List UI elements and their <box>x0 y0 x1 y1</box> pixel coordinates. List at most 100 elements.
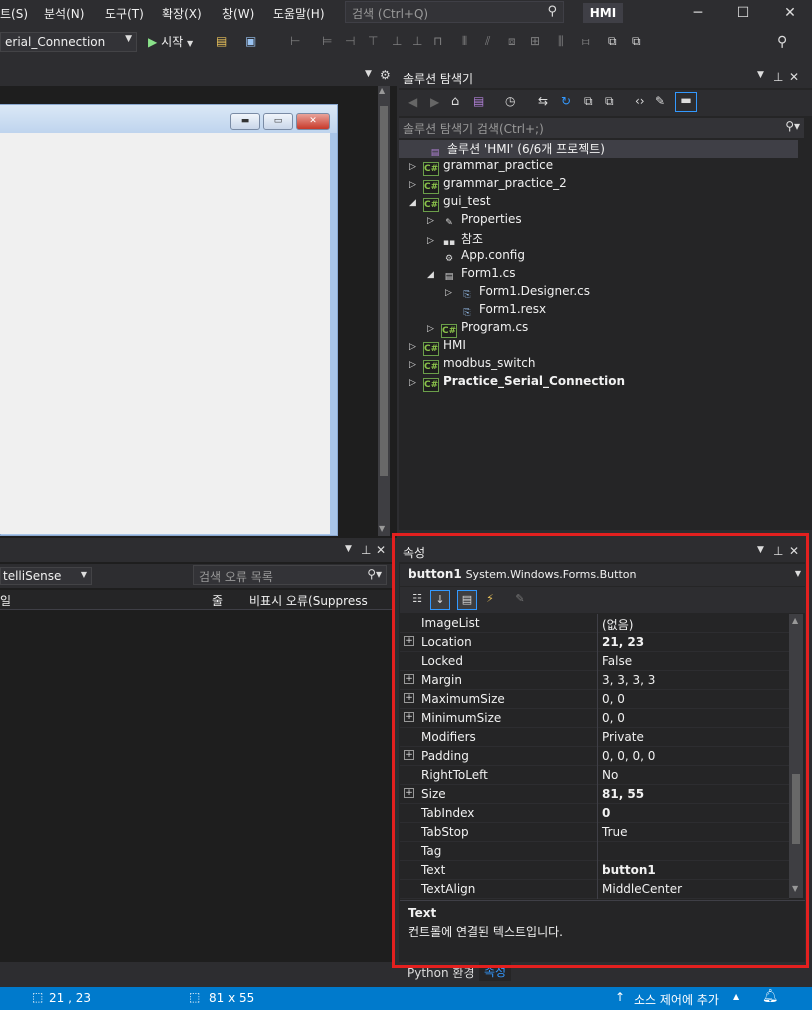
csharp-project-icon: C# <box>423 378 439 392</box>
tree-item[interactable]: ▷ C# HMI <box>409 338 466 356</box>
tree-item[interactable]: ▷ ✎ Properties <box>427 212 522 230</box>
tree-item-label: App.config <box>461 248 525 262</box>
switch-views-icon[interactable]: ▤ <box>473 94 484 108</box>
align-left-icon[interactable]: ⊢ <box>290 34 300 48</box>
collapse-all-icon[interactable]: ⧉ <box>584 94 593 109</box>
startup-project-value: erial_Connection <box>5 35 106 49</box>
menu-item-help[interactable]: 도움말(H) <box>273 5 325 22</box>
size-both-icon[interactable]: ⧈ <box>508 34 516 49</box>
expand-arrow-icon[interactable]: ▷ <box>409 360 423 370</box>
expand-arrow-icon[interactable]: ▷ <box>445 288 459 298</box>
chevron-down-icon[interactable]: ▼ <box>365 69 372 79</box>
maximize-icon[interactable]: ☐ <box>728 2 758 24</box>
bring-front-icon[interactable]: ⧉ <box>608 34 617 49</box>
form-client-area[interactable] <box>0 133 330 534</box>
form-minimize-icon[interactable]: ▬ <box>230 113 260 130</box>
tree-item[interactable]: ▷ ⎘ Form1.Designer.cs <box>445 284 590 302</box>
align-bottom-icon[interactable]: ⊥ <box>412 34 422 48</box>
vspacing-icon[interactable]: ⫽ <box>485 34 490 49</box>
solution-explorer-title: 솔루션 탐색기 <box>403 72 474 86</box>
close-icon[interactable]: ✕ <box>376 543 386 557</box>
grid-icon[interactable]: ⊞ <box>530 34 540 48</box>
expand-arrow-icon[interactable]: ▷ <box>427 324 441 334</box>
chevron-down-icon[interactable]: ▼ <box>345 544 352 554</box>
close-icon[interactable]: ✕ <box>789 70 799 84</box>
gear-icon[interactable]: ⚙ <box>380 68 391 82</box>
menu-item-extensions[interactable]: 확장(X) <box>162 5 202 22</box>
startup-project-combo[interactable]: erial_Connection ▼ <box>0 32 137 52</box>
scroll-down-icon[interactable]: ▼ <box>379 524 385 533</box>
tree-item[interactable]: ▤ 솔루션 'HMI' (6/6개 프로젝트) <box>399 140 798 158</box>
column-file[interactable]: 일 <box>0 592 11 609</box>
tree-item[interactable]: ▷ C# grammar_practice <box>409 158 553 176</box>
forward-icon[interactable]: ▶ <box>430 95 439 109</box>
center-v-icon[interactable]: ⧦ <box>582 34 589 49</box>
refresh-icon[interactable]: ↻ <box>561 94 571 108</box>
bell-icon[interactable]: 🔔︎ <box>762 989 779 1004</box>
form-maximize-icon[interactable]: ▭ <box>263 113 293 130</box>
pin-icon[interactable]: ⊥ <box>773 70 783 84</box>
tree-item[interactable]: ◢ ▤ Form1.cs <box>427 266 516 284</box>
expand-arrow-icon[interactable]: ▷ <box>409 342 423 352</box>
pin-icon[interactable]: ⊥ <box>361 543 371 557</box>
sync-icon[interactable]: ⇆ <box>538 94 548 108</box>
form-close-icon[interactable]: ✕ <box>296 113 330 130</box>
minimize-icon[interactable]: ─ <box>683 2 713 24</box>
hspacing-icon[interactable]: ⫴ <box>462 34 467 49</box>
tree-item[interactable]: ▷ C# Practice_Serial_Connection <box>409 374 625 392</box>
column-suppression[interactable]: 비표시 오류(Suppress <box>249 592 368 609</box>
pending-changes-icon[interactable]: ◷ <box>505 94 515 108</box>
send-back-icon[interactable]: ⧉ <box>632 34 641 49</box>
preview-icon[interactable]: ▬ <box>675 92 697 112</box>
feedback-icon[interactable]: ⚲ <box>777 34 787 50</box>
close-icon[interactable]: ✕ <box>775 2 805 24</box>
tree-item[interactable]: ▷ C# grammar_practice_2 <box>409 176 567 194</box>
tree-item-label: 솔루션 'HMI' (6/6개 프로젝트) <box>447 142 605 156</box>
column-line[interactable]: 줄 <box>212 592 223 609</box>
quick-search-input[interactable]: 검색 (Ctrl+Q) ⚲ <box>345 1 564 23</box>
error-source-combo[interactable]: telliSense ▼ <box>0 567 92 585</box>
tree-item[interactable]: ▷ ▪▪ 참조 <box>427 230 483 248</box>
align-top-icon[interactable]: ⊤ <box>368 34 378 48</box>
expand-arrow-icon[interactable]: ▷ <box>409 378 423 388</box>
home-icon[interactable]: ⌂ <box>451 94 459 109</box>
tree-item[interactable]: ◢ C# gui_test <box>409 194 491 212</box>
expanded-arrow-icon[interactable]: ◢ <box>409 198 423 208</box>
center-h-icon[interactable]: ⫼ <box>558 34 564 49</box>
align-right-icon[interactable]: ⊣ <box>345 34 355 48</box>
align-center-icon[interactable]: ⊨ <box>322 34 332 48</box>
align-middle-icon[interactable]: ⊥ <box>392 34 402 48</box>
source-control-button[interactable]: 소스 제어에 추가 <box>634 991 719 1008</box>
menu-item-test[interactable]: 트(S) <box>0 5 28 22</box>
attach-icon[interactable]: ▤ <box>216 34 227 48</box>
tree-item[interactable]: ⚙ App.config <box>427 248 525 266</box>
solution-explorer-header: 솔루션 탐색기 <box>399 68 812 88</box>
menu-item-analyze[interactable]: 분석(N) <box>44 5 84 22</box>
tree-item[interactable]: ⎘ Form1.resx <box>445 302 546 320</box>
start-button[interactable]: ▶ 시작 ▼ <box>148 33 193 50</box>
scrollbar-thumb[interactable] <box>380 106 388 476</box>
expand-arrow-icon[interactable]: ▷ <box>409 162 423 172</box>
layout-icon[interactable]: ▣ <box>245 34 256 48</box>
error-search-input[interactable]: 검색 오류 목록 ⚲▾ <box>193 565 387 585</box>
menu-item-tools[interactable]: 도구(T) <box>105 5 144 22</box>
expand-arrow-icon[interactable]: ▷ <box>427 236 441 246</box>
designer-scrollbar[interactable]: ▲ ▼ <box>378 86 390 536</box>
tree-item[interactable]: ▷ C# modbus_switch <box>409 356 535 374</box>
expanded-arrow-icon[interactable]: ◢ <box>427 270 441 280</box>
back-icon[interactable]: ◀ <box>408 95 417 109</box>
scroll-up-icon[interactable]: ▲ <box>379 86 385 95</box>
expand-arrow-icon[interactable]: ▷ <box>427 216 441 226</box>
menu-item-window[interactable]: 창(W) <box>222 5 254 22</box>
solution-search-input[interactable]: 솔루션 탐색기 검색(Ctrl+;) ⚲▾ <box>399 118 804 138</box>
size-width-icon[interactable]: ⊓ <box>433 34 442 48</box>
config-file-icon: ⚙ <box>444 254 454 264</box>
wrench-icon[interactable]: ✎ <box>655 94 665 108</box>
show-all-files-icon[interactable]: ⧉ <box>605 94 614 109</box>
tree-item[interactable]: ▷ C# Program.cs <box>427 320 528 338</box>
expand-arrow-icon[interactable]: ▷ <box>409 180 423 190</box>
chevron-down-icon[interactable]: ▼ <box>757 70 764 80</box>
view-code-icon[interactable]: ‹› <box>635 94 645 108</box>
chevron-up-icon[interactable]: ▲ <box>733 992 739 1001</box>
csharp-project-icon: C# <box>423 162 439 176</box>
